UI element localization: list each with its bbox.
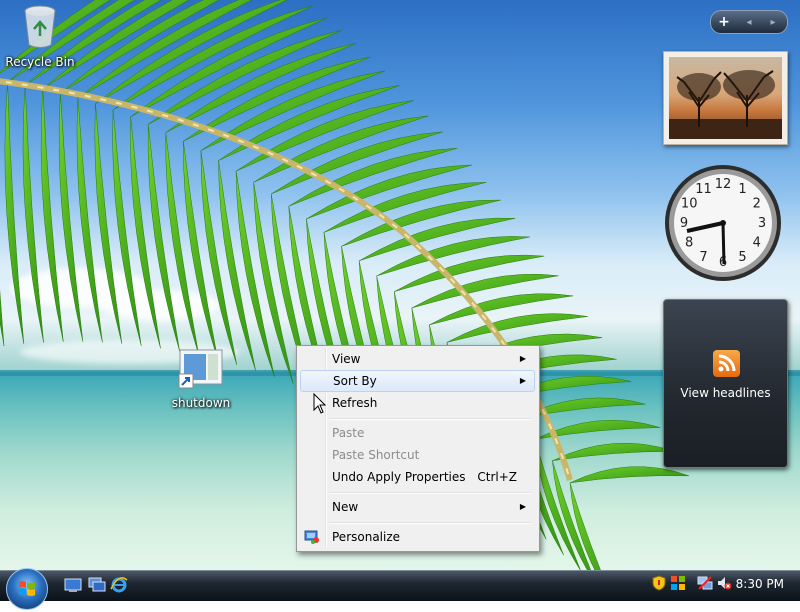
clock-minute-hand [721,222,726,265]
clock-numeral: 2 [753,197,761,212]
recycle-bin-label: Recycle Bin [5,55,75,69]
menu-separator [329,418,531,420]
clock-numeral: 7 [699,250,707,265]
submenu-arrow-icon: ▶ [519,376,526,385]
clock-numeral: 9 [680,216,688,231]
menu-item-new[interactable]: New ▶ [299,496,535,518]
submenu-arrow-icon: ▶ [519,354,526,363]
menu-item-label: Paste [332,426,365,440]
desktop-context-menu: View ▶ Sort By ▶ Refresh Paste Paste Sho… [296,345,540,552]
menu-item-undo-apply-properties[interactable]: Undo Apply Properties Ctrl+Z [299,466,535,488]
menu-item-label: New [332,500,359,514]
prev-gadget-button[interactable]: ◂ [737,17,761,28]
add-gadget-button[interactable]: + [711,14,737,30]
menu-item-label: Sort By [333,374,377,388]
personalize-icon [304,530,319,544]
slideshow-gadget[interactable] [663,51,788,145]
shutdown-label: shutdown [171,396,231,410]
switch-windows-icon[interactable] [88,577,106,593]
shortcut-icon [178,349,223,389]
rss-icon [713,350,740,377]
clock-numeral: 3 [758,216,766,231]
clock-numeral: 4 [753,236,761,251]
menu-item-view[interactable]: View ▶ [299,348,535,370]
taskbar-clock[interactable]: 8:30 PM [736,577,784,591]
clock-numeral: 5 [738,250,746,265]
start-button[interactable] [6,568,48,610]
menu-item-shortcut: Ctrl+Z [477,470,517,484]
desktop-icon-recycle-bin[interactable]: Recycle Bin [3,3,77,69]
menu-item-label: Undo Apply Properties [332,470,466,484]
submenu-arrow-icon: ▶ [519,502,526,511]
clock-numeral: 8 [685,236,693,251]
clock-numeral: 12 [715,177,732,192]
menu-item-personalize[interactable]: Personalize [299,526,535,548]
sidebar-controls: + ◂ ▸ [710,10,788,34]
feed-headlines-gadget[interactable]: View headlines [663,299,788,468]
show-desktop-icon[interactable] [64,577,82,593]
next-gadget-button[interactable]: ▸ [761,17,785,28]
menu-separator [329,492,531,494]
clock-gadget[interactable]: 121234567891011 [663,163,783,283]
menu-item-refresh[interactable]: Refresh [299,392,535,414]
windows-flag-icon[interactable] [670,575,686,591]
volume-muted-icon[interactable] [716,575,732,591]
recycle-bin-icon [24,5,56,48]
menu-item-sort-by[interactable]: Sort By ▶ [300,370,535,392]
mouse-cursor-icon [313,393,327,414]
network-icon[interactable] [697,575,713,591]
menu-item-paste[interactable]: Paste [299,422,535,444]
clock-numeral: 10 [681,197,698,212]
internet-explorer-icon[interactable] [110,577,128,593]
clock-numeral: 1 [738,182,746,197]
menu-separator [329,522,531,524]
menu-item-label: Paste Shortcut [332,448,420,462]
desktop[interactable]: Recycle Bin shutdown + ◂ ▸ 12 1 2 3 4 5 … [0,0,800,570]
menu-item-label: View [332,352,361,366]
view-headlines-link[interactable]: View headlines [664,386,787,400]
windows-logo-icon [19,581,35,596]
menu-item-label: Refresh [332,396,378,410]
slideshow-photo [669,57,782,139]
menu-item-label: Personalize [332,530,401,544]
clock-numeral: 11 [695,182,712,197]
security-shield-icon[interactable] [652,575,666,591]
desktop-icon-shutdown[interactable]: shutdown [164,348,238,410]
menu-item-paste-shortcut[interactable]: Paste Shortcut [299,444,535,466]
